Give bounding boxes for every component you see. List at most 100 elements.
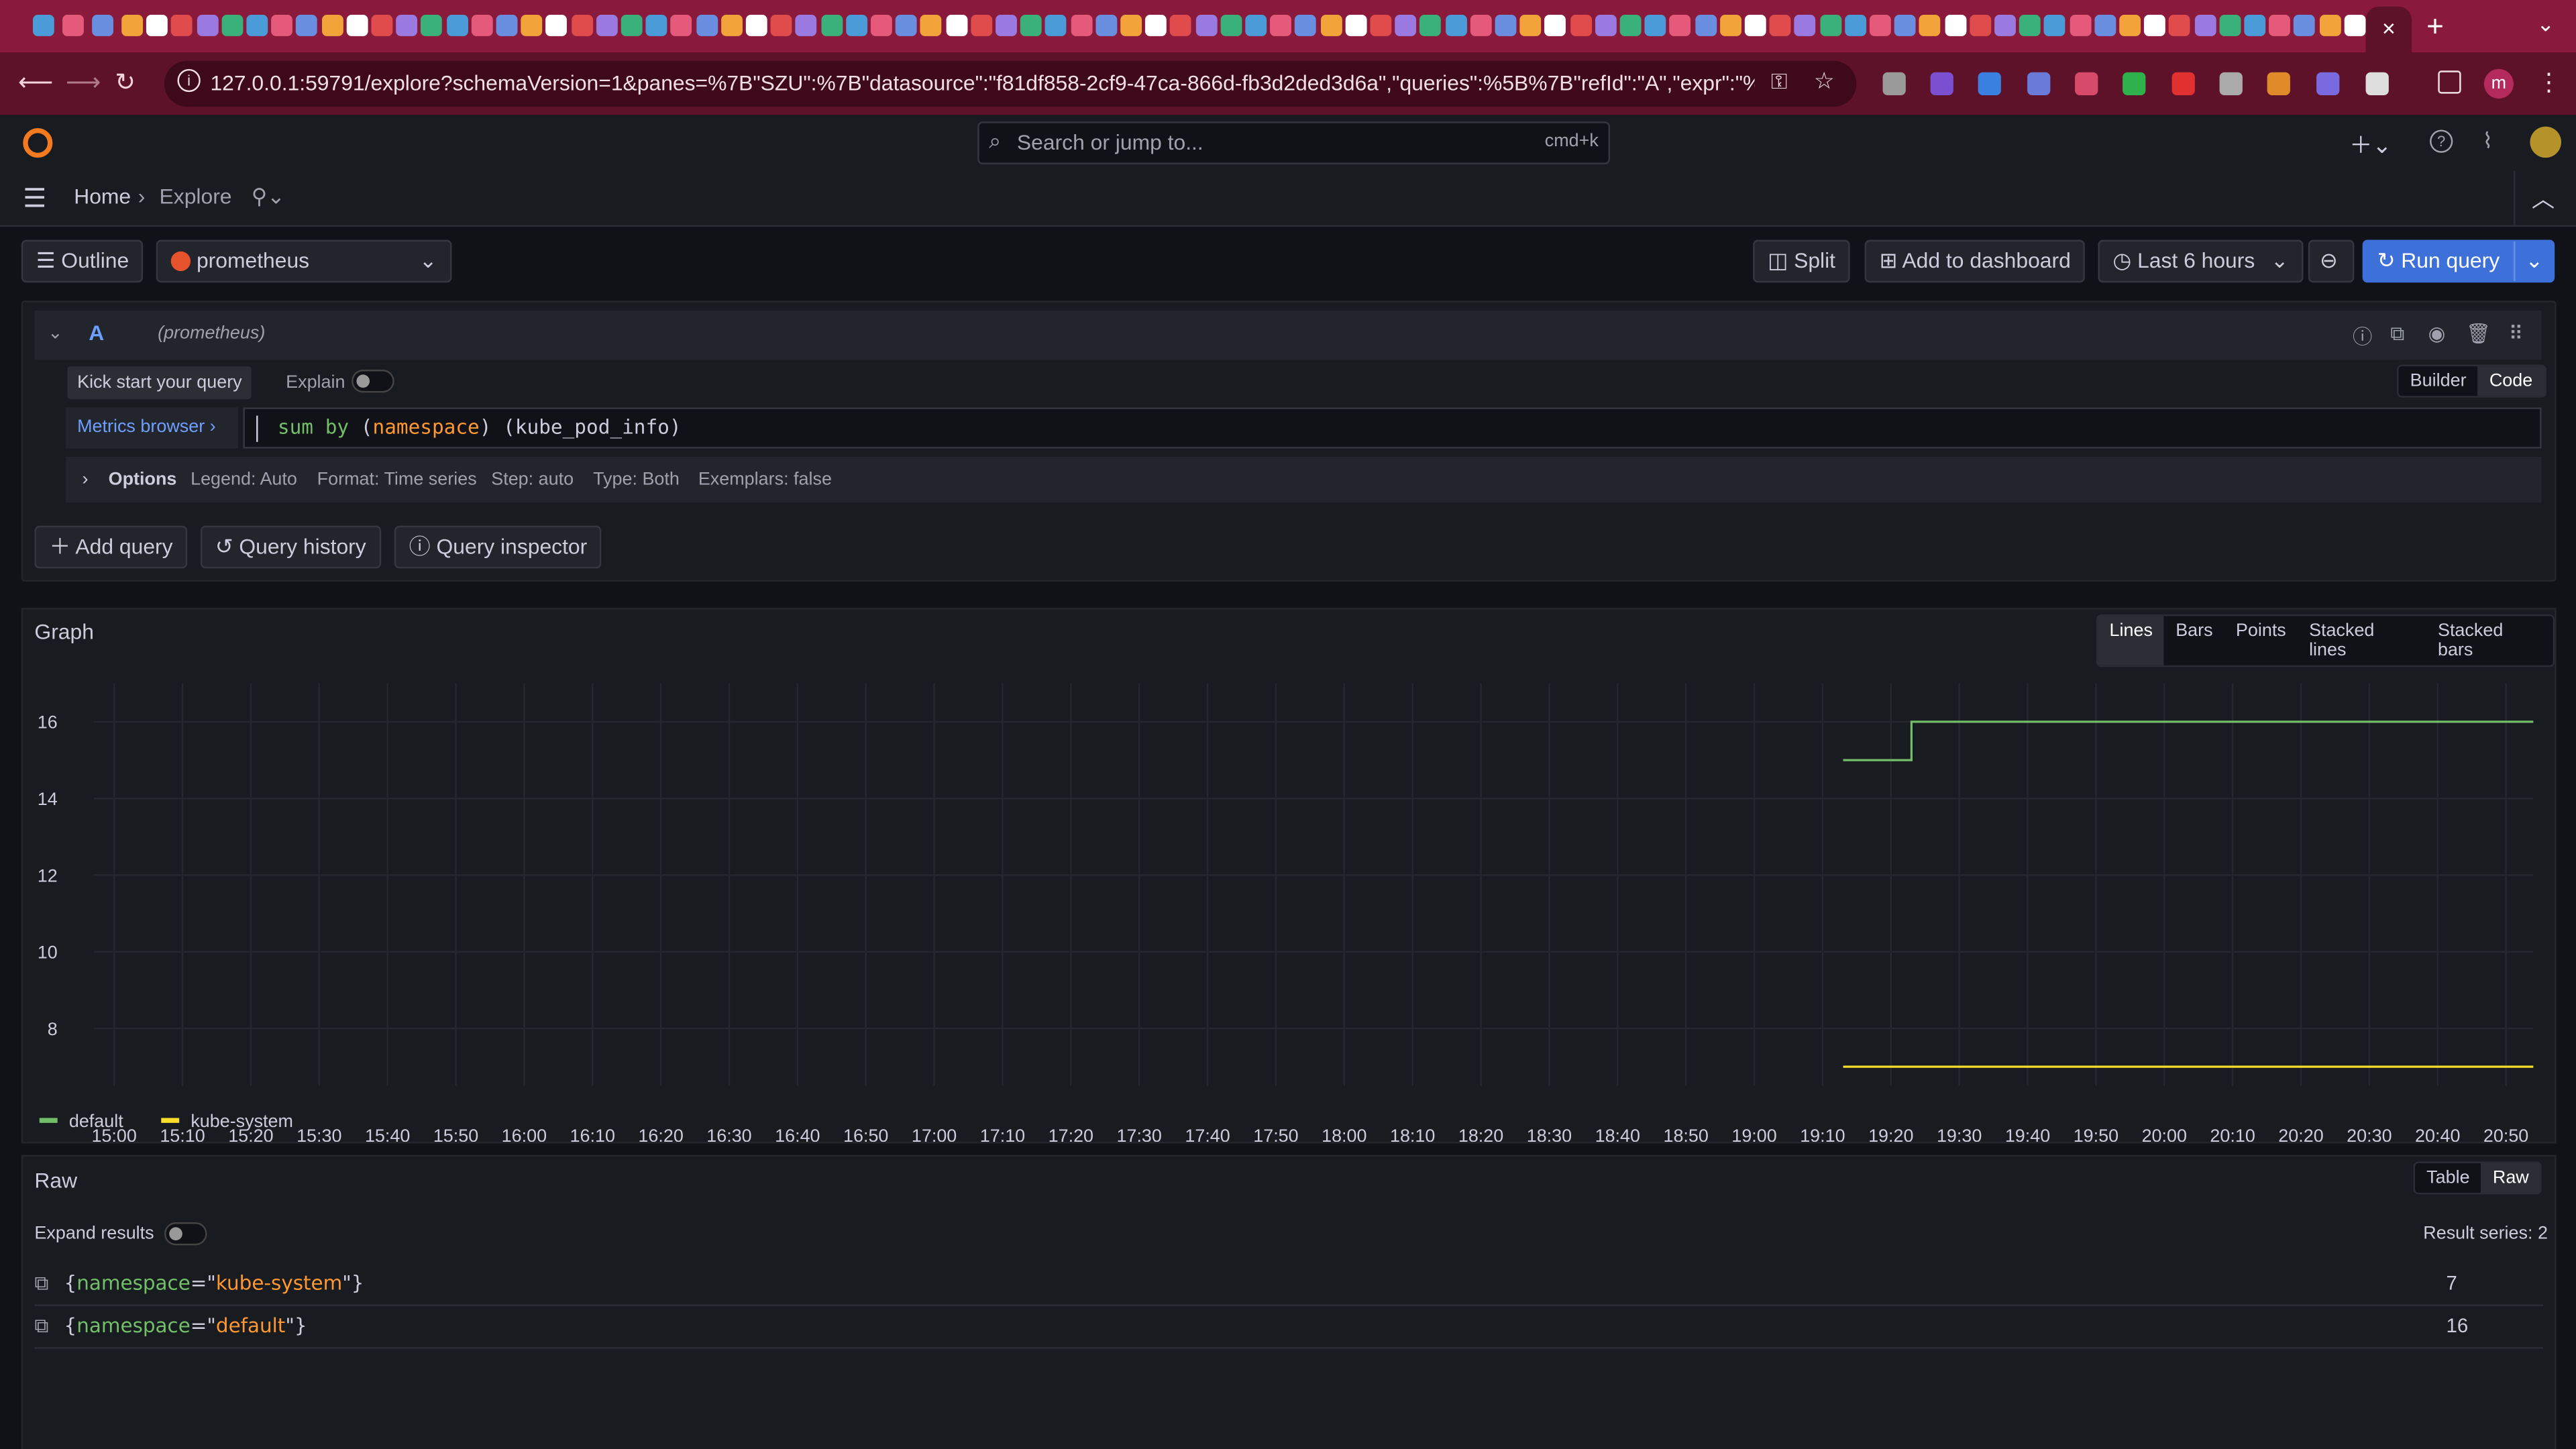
pinned-tab-favicon[interactable] xyxy=(346,15,368,36)
pinned-tab-favicon[interactable] xyxy=(970,15,992,36)
pinned-tab-favicon[interactable] xyxy=(596,15,618,36)
hide-query-eye-icon[interactable]: ◉ xyxy=(2428,322,2446,345)
options-label[interactable]: Options xyxy=(109,470,177,489)
pinned-tab-favicon[interactable] xyxy=(1545,15,1566,36)
pinned-tab-favicon[interactable] xyxy=(1819,15,1841,36)
pinned-tab-favicon[interactable] xyxy=(521,15,543,36)
share-icon[interactable]: ⚲⌄ xyxy=(252,184,285,210)
pinned-tab-favicon[interactable] xyxy=(1695,15,1717,36)
pinned-tab-favicon[interactable] xyxy=(271,15,293,36)
pinned-tab-favicon[interactable] xyxy=(745,15,767,36)
pinned-tab-favicon[interactable] xyxy=(1070,15,1092,36)
pinned-tab-favicon[interactable] xyxy=(92,15,113,36)
pinned-tab-favicon[interactable] xyxy=(446,15,468,36)
pinned-tab-favicon[interactable] xyxy=(121,15,144,36)
pinned-tab-favicon[interactable] xyxy=(1794,15,1817,36)
collapse-chevron-icon[interactable]: ⌄ xyxy=(48,322,63,343)
new-tab-button[interactable]: + xyxy=(2426,10,2444,44)
pinned-tab-favicon[interactable] xyxy=(2194,15,2216,36)
new-plus-icon[interactable]: ＋⌄ xyxy=(2349,128,2392,161)
extension-icon[interactable] xyxy=(2365,72,2389,96)
pinned-tab-favicon[interactable] xyxy=(1020,15,1042,36)
pinned-tab-favicon[interactable] xyxy=(1395,15,1417,36)
pinned-tab-favicon[interactable] xyxy=(32,15,54,36)
active-tab-close-button[interactable]: × xyxy=(2365,6,2412,53)
extension-icon[interactable] xyxy=(2123,72,2146,96)
expand-results-toggle[interactable] xyxy=(164,1222,207,1246)
pinned-tab-favicon[interactable] xyxy=(371,15,393,36)
pinned-tab-favicon[interactable] xyxy=(920,15,943,36)
pinned-tab-favicon[interactable] xyxy=(1419,15,1442,36)
extension-icon[interactable] xyxy=(2075,72,2098,96)
pinned-tab-favicon[interactable] xyxy=(1644,15,1666,36)
graph-mode-stacked-bars[interactable]: Stacked bars xyxy=(2426,616,2553,665)
pinned-tab-favicon[interactable] xyxy=(146,15,168,36)
bookmark-star-icon[interactable]: ☆ xyxy=(1814,67,1835,95)
drag-handle-icon[interactable]: ⠿ xyxy=(2509,322,2524,345)
pinned-tab-favicon[interactable] xyxy=(796,15,818,36)
pinned-tab-favicon[interactable] xyxy=(1245,15,1267,36)
extension-icon[interactable] xyxy=(2219,72,2243,96)
pinned-tab-favicon[interactable] xyxy=(2318,15,2341,36)
extension-icon[interactable] xyxy=(2027,72,2051,96)
pinned-tab-favicon[interactable] xyxy=(1570,15,1592,36)
pinned-tab-favicon[interactable] xyxy=(1869,15,1891,36)
extension-icon[interactable] xyxy=(1882,72,1906,96)
user-avatar[interactable] xyxy=(2530,126,2561,158)
pinned-tab-favicon[interactable] xyxy=(1969,15,1991,36)
query-inspector-button[interactable]: ⓘ Query inspector xyxy=(394,525,602,569)
pinned-tab-favicon[interactable] xyxy=(771,15,792,36)
reload-icon[interactable]: ↻ xyxy=(115,67,136,97)
pinned-tab-favicon[interactable] xyxy=(2044,15,2066,36)
run-query-button[interactable]: ↻ Run query ⌄ xyxy=(2362,239,2555,283)
query-code-editor[interactable]: sum by (namespace) (kube_pod_info) xyxy=(243,407,2542,449)
tab-search-button[interactable]: ⌄ xyxy=(2536,11,2555,38)
pinned-tab-favicon[interactable] xyxy=(696,15,718,36)
table-view-button[interactable]: Table xyxy=(2415,1163,2481,1193)
pinned-tab-favicon[interactable] xyxy=(1719,15,1741,36)
pinned-tab-favicon[interactable] xyxy=(1045,15,1067,36)
pinned-tab-favicon[interactable] xyxy=(1994,15,2016,36)
pinned-tab-favicon[interactable] xyxy=(296,15,318,36)
pinned-tab-favicon[interactable] xyxy=(945,15,967,36)
copy-icon[interactable]: ⧉ xyxy=(34,1314,48,1339)
pinned-tab-favicon[interactable] xyxy=(1345,15,1367,36)
pinned-tab-favicon[interactable] xyxy=(1519,15,1542,36)
split-button[interactable]: ◫ Split xyxy=(1753,239,1851,283)
pinned-tab-favicon[interactable] xyxy=(2019,15,2041,36)
pinned-tab-favicon[interactable] xyxy=(2119,15,2141,36)
pinned-tab-favicon[interactable] xyxy=(571,15,593,36)
pinned-tab-favicon[interactable] xyxy=(1894,15,1916,36)
browser-menu-icon[interactable]: ⋮ xyxy=(2536,67,2561,97)
pinned-tab-favicon[interactable] xyxy=(2169,15,2191,36)
time-series-chart[interactable]: 81012141615:00 15:10 15:20 15:30 15:40 15:50 1… xyxy=(23,659,2555,1142)
extension-icon[interactable] xyxy=(2171,72,2195,96)
options-expand-icon[interactable]: › xyxy=(82,470,88,489)
query-options-row[interactable]: › Options Legend: Auto Format: Time seri… xyxy=(65,456,2542,503)
result-view-switch[interactable]: Table Raw xyxy=(2413,1161,2542,1195)
forward-icon[interactable]: ⟶ xyxy=(66,67,101,97)
pinned-tab-favicon[interactable] xyxy=(2069,15,2091,36)
pinned-tab-favicon[interactable] xyxy=(2294,15,2316,36)
pinned-tab-favicon[interactable] xyxy=(1270,15,1292,36)
collapse-chevron-up-icon[interactable]: ︿ xyxy=(2532,182,2555,215)
metrics-browser-button[interactable]: Metrics browser › xyxy=(65,407,239,449)
profile-avatar[interactable]: m xyxy=(2483,68,2514,99)
pinned-tab-favicon[interactable] xyxy=(1445,15,1466,36)
duplicate-query-icon[interactable]: ⧉ xyxy=(2390,322,2404,347)
explain-toggle[interactable] xyxy=(352,370,394,393)
zoom-out-button[interactable]: ⊖ xyxy=(2308,239,2355,283)
graph-mode-bars[interactable]: Bars xyxy=(2164,616,2224,665)
code-mode-button[interactable]: Code xyxy=(2477,366,2544,396)
pinned-tab-favicon[interactable] xyxy=(246,15,268,36)
pinned-tab-favicon[interactable] xyxy=(1744,15,1766,36)
pinned-tab-favicon[interactable] xyxy=(1095,15,1117,36)
pinned-tab-favicon[interactable] xyxy=(1220,15,1242,36)
copy-icon[interactable]: ⧉ xyxy=(34,1272,48,1297)
add-query-button[interactable]: ＋ Add query xyxy=(34,525,188,569)
pinned-tab-favicon[interactable] xyxy=(1195,15,1217,36)
pinned-tab-favicon[interactable] xyxy=(870,15,892,36)
pinned-tab-favicon[interactable] xyxy=(2344,15,2366,36)
pinned-tab-favicon[interactable] xyxy=(2094,15,2116,36)
query-expression[interactable]: sum by (namespace) (kube_pod_info) xyxy=(278,409,682,447)
